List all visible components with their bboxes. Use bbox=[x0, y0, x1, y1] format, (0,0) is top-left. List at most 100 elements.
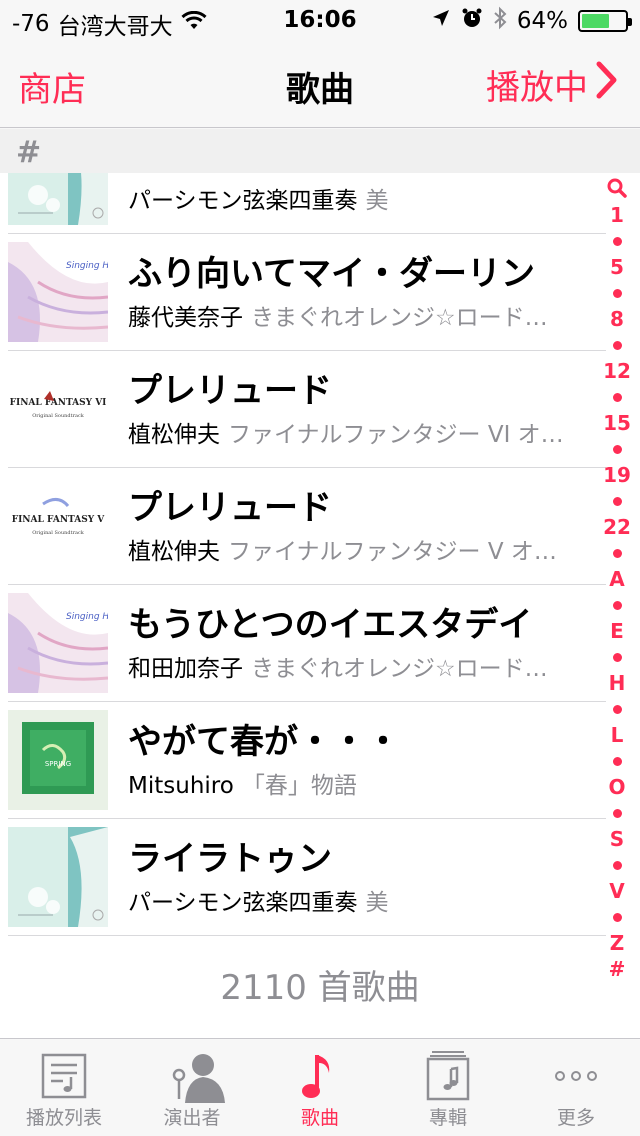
index-dot[interactable] bbox=[612, 600, 622, 610]
index-letter[interactable]: Z bbox=[600, 930, 634, 956]
song-subtitle: パーシモン弦楽四重奏美 bbox=[128, 181, 578, 215]
index-letter[interactable]: # bbox=[600, 956, 634, 982]
index-dot[interactable] bbox=[612, 548, 622, 558]
index-dot[interactable] bbox=[612, 444, 622, 454]
song-subtitle: Mitsuhiro 「春」物語 bbox=[128, 766, 578, 800]
alarm-icon bbox=[461, 7, 483, 35]
index-dot[interactable] bbox=[612, 808, 622, 818]
index-search-icon[interactable] bbox=[600, 176, 634, 202]
album-art bbox=[8, 827, 108, 927]
song-count: 2110 首歌曲 bbox=[220, 968, 420, 1008]
svg-text:Singing Heart: Singing Heart bbox=[66, 261, 108, 271]
bluetooth-icon bbox=[493, 6, 507, 36]
album-art: FINAL FANTASY VI Original Soundtrack bbox=[8, 359, 108, 459]
tab-label: 歌曲 bbox=[300, 1107, 339, 1129]
song-album: きまぐれオレンジ☆ロード… bbox=[251, 305, 548, 331]
song-album: ファイナルファンタジー VI オ… bbox=[228, 422, 564, 448]
song-subtitle: 植松伸夫 ファイナルファンタジー V オ… bbox=[128, 532, 578, 566]
tab-more[interactable]: 更多 bbox=[512, 1039, 640, 1136]
song-artist: 藤代美奈子 bbox=[128, 305, 243, 331]
svg-text:Original Soundtrack: Original Soundtrack bbox=[32, 413, 85, 419]
index-dot[interactable] bbox=[612, 236, 622, 246]
index-dot[interactable] bbox=[612, 912, 622, 922]
index-letter[interactable]: 8 bbox=[600, 306, 634, 332]
tab-album[interactable]: 專輯 bbox=[384, 1039, 512, 1136]
song-album: 美 bbox=[365, 188, 389, 214]
song-title: やがて春が・・・ bbox=[128, 722, 400, 762]
index-dot[interactable] bbox=[612, 652, 622, 662]
index-dot[interactable] bbox=[612, 756, 622, 766]
music-note-icon bbox=[293, 1049, 347, 1103]
song-row[interactable]: FINAL FANTASY V Original Soundtrack プレリュード… bbox=[0, 468, 640, 585]
tab-bar: 播放列表 演出者 歌曲 專輯 更多 bbox=[0, 1038, 640, 1136]
now-playing-button[interactable]: 播放中 bbox=[486, 60, 618, 109]
index-letter[interactable]: E bbox=[600, 618, 634, 644]
index-dot[interactable] bbox=[612, 392, 622, 402]
battery-fill bbox=[582, 14, 609, 28]
index-dot[interactable] bbox=[612, 704, 622, 714]
index-letter[interactable]: V bbox=[600, 878, 634, 904]
album-art bbox=[8, 173, 108, 225]
song-artist: 植松伸夫 bbox=[128, 539, 220, 565]
section-header: # bbox=[0, 129, 640, 173]
tab-label: 演出者 bbox=[163, 1107, 221, 1129]
index-letter[interactable]: S bbox=[600, 826, 634, 852]
status-right: 64% bbox=[431, 6, 632, 36]
tab-music-note[interactable]: 歌曲 bbox=[256, 1039, 384, 1136]
tab-label: 播放列表 bbox=[25, 1107, 102, 1129]
song-title: プレリュード bbox=[128, 488, 332, 528]
index-letter[interactable]: 19 bbox=[600, 462, 634, 488]
song-album: ファイナルファンタジー V オ… bbox=[228, 539, 557, 565]
index-letter[interactable]: O bbox=[600, 774, 634, 800]
song-row[interactable]: FINAL FANTASY VI Original Soundtrack プレリュー… bbox=[0, 351, 640, 468]
song-artist: 植松伸夫 bbox=[128, 422, 220, 448]
battery-tip bbox=[628, 18, 632, 26]
chevron-right-icon bbox=[596, 61, 618, 108]
song-row[interactable]: Singing Heart もうひとつのイエスタデイ和田加奈子きまぐれオレンジ☆ロ… bbox=[0, 585, 640, 702]
song-row[interactable]: Singing Heart ふり向いてマイ・ダーリン藤代美奈子きまぐれオレンジ☆ロ… bbox=[0, 234, 640, 351]
song-album: 美 bbox=[365, 890, 389, 916]
section-index-bar[interactable]: 1 5 8 12 15 19 22 A E H L O S V Z # bbox=[600, 176, 634, 982]
index-letter[interactable]: 15 bbox=[600, 410, 634, 436]
song-artist: パーシモン弦楽四重奏 bbox=[128, 188, 358, 214]
index-letter[interactable]: 22 bbox=[600, 514, 634, 540]
svg-text:FINAL FANTASY VI: FINAL FANTASY VI bbox=[10, 398, 107, 408]
index-letter[interactable]: L bbox=[600, 722, 634, 748]
song-row[interactable]: ライラトゥン パーシモン弦楽四重奏美 bbox=[0, 819, 640, 936]
index-letter[interactable]: 12 bbox=[600, 358, 634, 384]
song-title: ひとり言 bbox=[128, 173, 598, 178]
index-dot[interactable] bbox=[612, 288, 622, 298]
song-title: ふり向いてマイ・ダーリン bbox=[128, 254, 535, 294]
tab-label: 專輯 bbox=[428, 1107, 467, 1129]
song-list[interactable]: ひとり言パーシモン弦楽四重奏美Singing Heartふり向いてマイ・ダーリン… bbox=[0, 173, 640, 1038]
svg-text:FINAL FANTASY V: FINAL FANTASY V bbox=[12, 515, 106, 525]
index-dot[interactable] bbox=[612, 340, 622, 350]
index-dot[interactable] bbox=[612, 496, 622, 506]
song-list-content: ひとり言パーシモン弦楽四重奏美Singing Heartふり向いてマイ・ダーリン… bbox=[0, 173, 640, 1038]
index-letter[interactable]: H bbox=[600, 670, 634, 696]
tab-artist[interactable]: 演出者 bbox=[128, 1039, 256, 1136]
tab-playlist[interactable]: 播放列表 bbox=[0, 1039, 128, 1136]
battery-percent: 64% bbox=[516, 8, 568, 34]
battery-icon bbox=[578, 10, 632, 32]
song-title: もうひとつのイエスタデイ bbox=[128, 605, 533, 645]
status-bar: -76 台湾大哥大 16:06 64% bbox=[0, 0, 640, 40]
song-subtitle: 植松伸夫 ファイナルファンタジー VI オ… bbox=[128, 415, 578, 449]
tab-label: 更多 bbox=[556, 1107, 595, 1129]
song-subtitle: 和田加奈子 きまぐれオレンジ☆ロード… bbox=[128, 649, 578, 683]
song-album: 「春」物語 bbox=[241, 773, 357, 799]
svg-text:Singing Heart: Singing Heart bbox=[66, 612, 108, 622]
index-dot[interactable] bbox=[612, 860, 622, 870]
playlist-icon bbox=[37, 1049, 91, 1103]
index-letter[interactable]: A bbox=[600, 566, 634, 592]
song-subtitle: 藤代美奈子 きまぐれオレンジ☆ロード… bbox=[128, 298, 578, 332]
navigation-bar: 商店 歌曲 播放中 bbox=[0, 40, 640, 128]
index-letter[interactable]: 5 bbox=[600, 254, 634, 280]
song-row[interactable]: ひとり言パーシモン弦楽四重奏美 bbox=[0, 173, 640, 234]
artist-icon bbox=[165, 1049, 225, 1103]
song-title: ライラトゥン bbox=[128, 839, 332, 879]
index-letter[interactable]: 1 bbox=[600, 202, 634, 228]
song-row[interactable]: SPRING やがて春が・・・ Mitsuhiro 「春」物語 bbox=[0, 702, 640, 819]
song-artist: 和田加奈子 bbox=[128, 656, 243, 682]
svg-text:SPRING: SPRING bbox=[45, 760, 71, 768]
